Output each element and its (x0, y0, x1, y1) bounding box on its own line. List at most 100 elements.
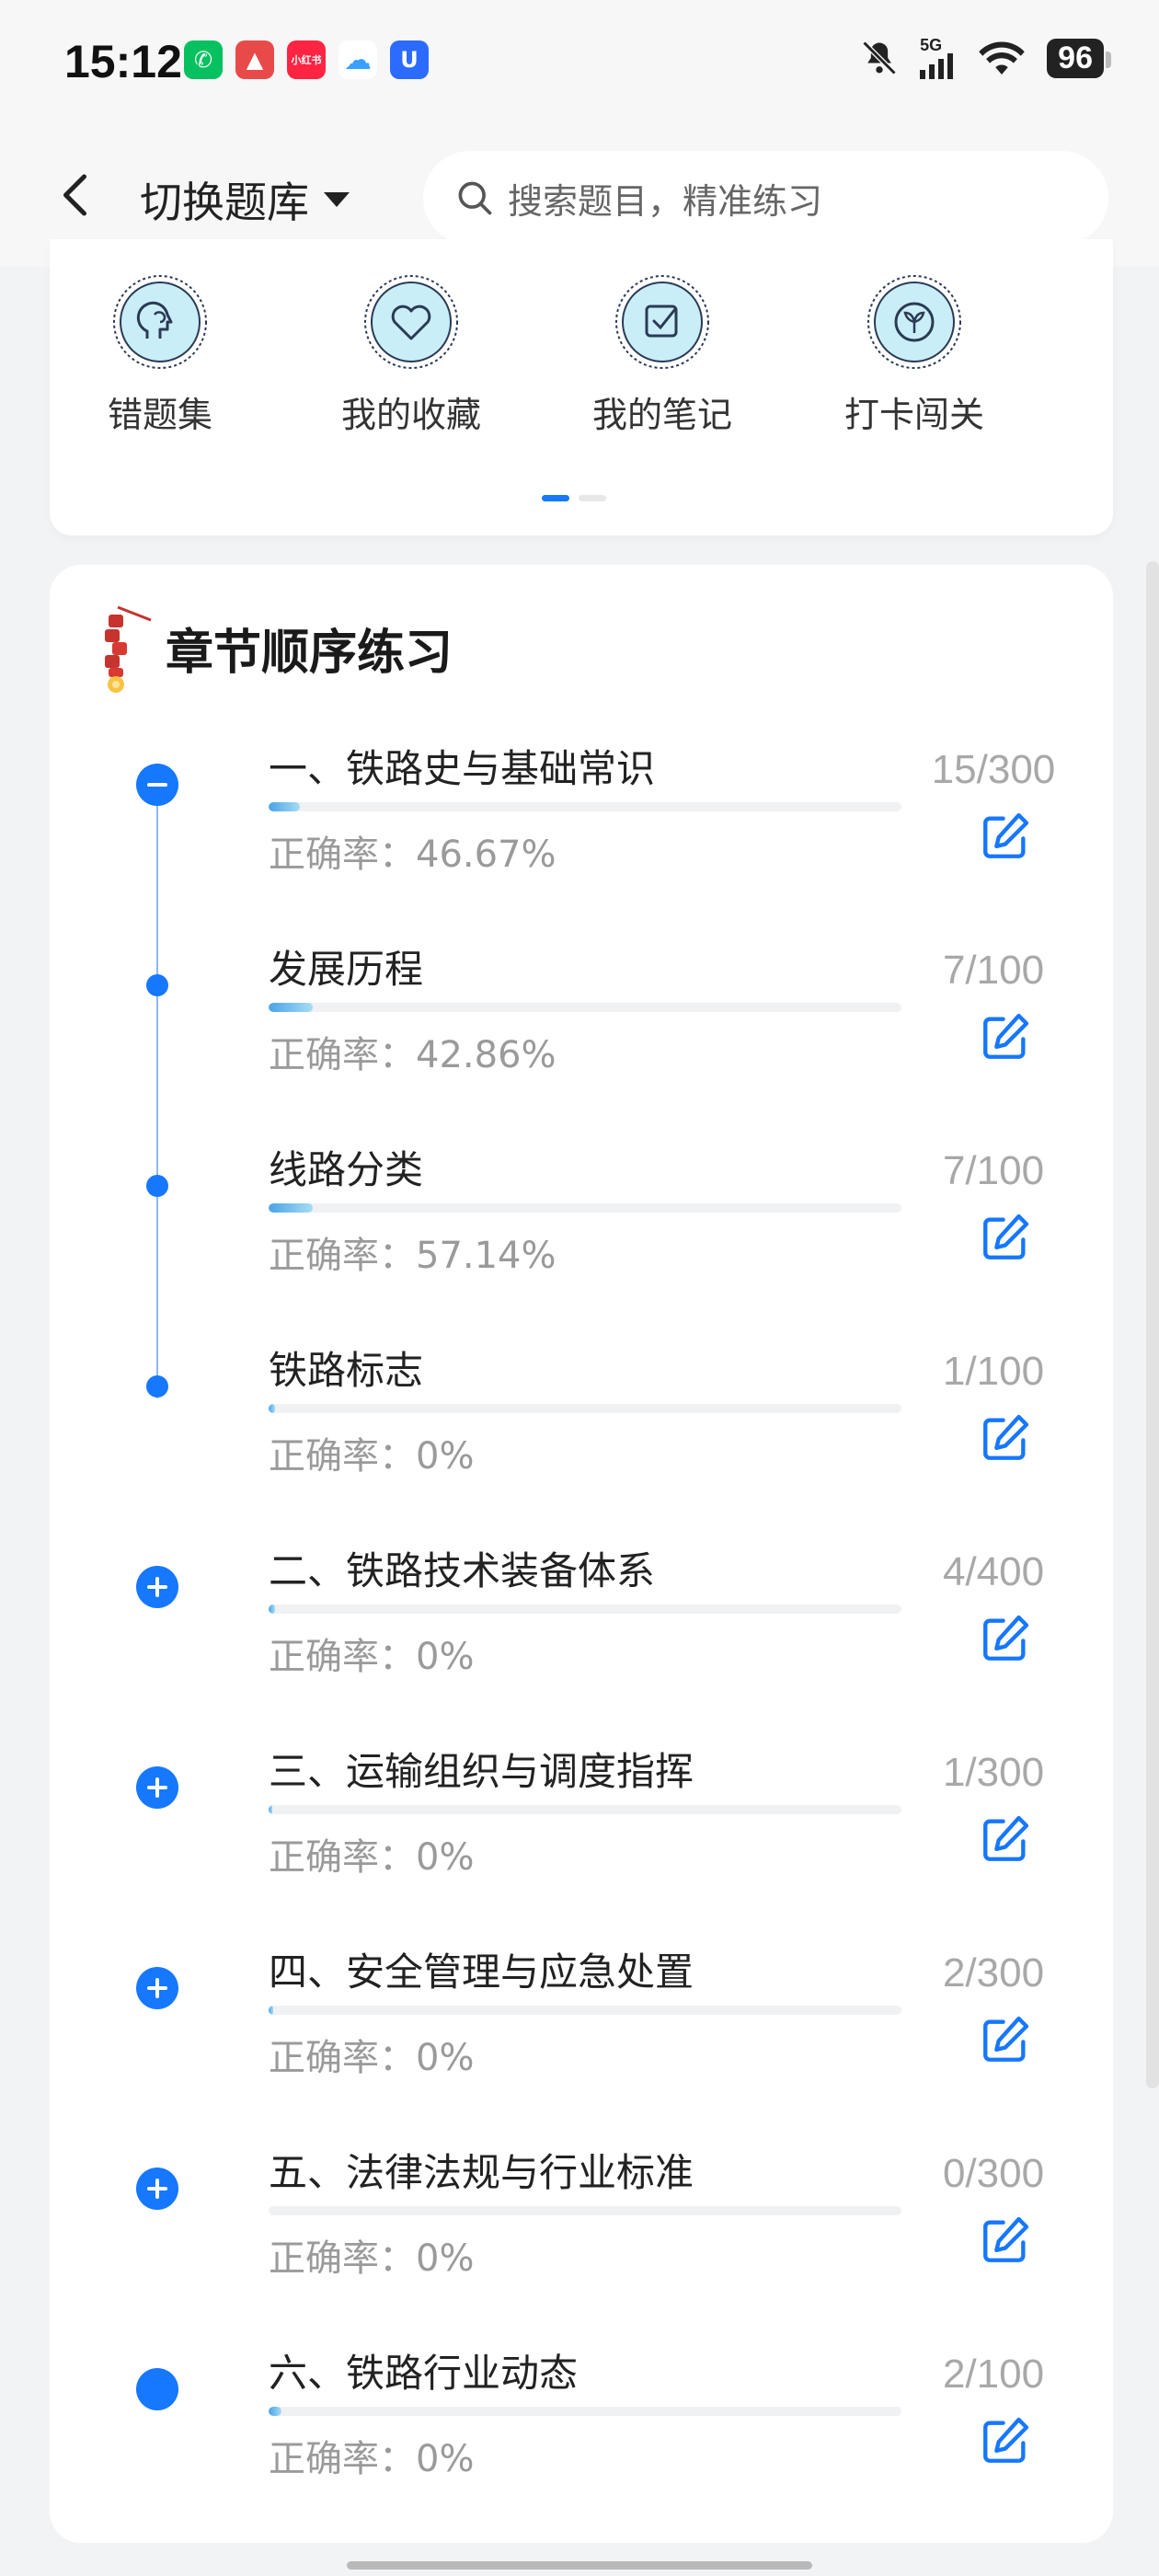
quick-item-checkin[interactable]: 打卡闯关 (822, 274, 1006, 437)
chapter-row-title: 二、铁路技术装备体系 (269, 1548, 656, 1593)
timeline-dot-icon[interactable] (136, 964, 178, 1006)
question-count: 1/100 (942, 1349, 1045, 1394)
firecracker-icon (105, 605, 152, 693)
quick-label: 我的收藏 (340, 395, 481, 435)
chapter-practice-card: 章节顺序练习 一、铁路史与基础常识 正确率：46.67% 15/300 发展历程 正确率… (50, 565, 1113, 2543)
accuracy-rate: 正确率：0% (269, 1435, 475, 1478)
chapter-row[interactable]: 五、法律法规与行业标准 正确率：0% 0/300 (50, 2149, 1113, 2350)
edit-practice-icon[interactable] (979, 1411, 1032, 1465)
chapter-row[interactable]: 线路分类正确率：57.14% 7/100 (50, 1146, 1113, 1347)
search-input[interactable]: 搜索题目，精准练习 (423, 151, 1108, 245)
expand-plus-icon[interactable] (136, 1967, 178, 2009)
edit-practice-icon[interactable] (979, 2214, 1032, 2267)
mute-bell-icon (862, 40, 897, 75)
progress-bar (269, 1805, 901, 1814)
chapter-row-title: 发展历程 (269, 947, 424, 992)
network-type: 5G (920, 36, 943, 54)
progress-bar (269, 1003, 901, 1012)
progress-fill (269, 1604, 275, 1614)
chapter-row-title: 线路分类 (269, 1147, 424, 1192)
home-indicator[interactable] (347, 2561, 812, 2570)
caret-down-icon (324, 192, 350, 207)
accuracy-rate: 正确率：0% (269, 2438, 475, 2480)
expand-plus-icon[interactable] (136, 1766, 178, 1809)
edit-practice-icon[interactable] (979, 2414, 1032, 2467)
chapter-dot-icon[interactable] (136, 2368, 178, 2410)
edit-practice-icon[interactable] (979, 1812, 1032, 1866)
quick-item-wrong-questions[interactable]: 错题集 (68, 274, 252, 437)
chapter-row[interactable]: 二、铁路技术装备体系 正确率：0% 4/400 (50, 1547, 1113, 1748)
xiaohongshu-icon: 小红书 (287, 40, 326, 79)
progress-fill (269, 1203, 314, 1213)
wifi-icon (979, 41, 1025, 75)
timeline-dot-icon[interactable] (136, 1165, 178, 1207)
expand-plus-icon[interactable] (136, 1566, 178, 1608)
scrollbar[interactable] (1146, 561, 1159, 2088)
accuracy-rate: 正确率：0% (269, 2037, 475, 2079)
railway-app-icon: ▲ (235, 40, 274, 79)
progress-bar (269, 2407, 901, 2416)
chapter-row-title: 铁路标志 (269, 1348, 424, 1393)
quick-label: 错题集 (107, 395, 212, 435)
edit-practice-icon[interactable] (979, 1211, 1032, 1264)
chapter-row[interactable]: 发展历程 正确率：42.86% 7/100 (50, 946, 1113, 1146)
quick-label: 打卡闯关 (843, 395, 984, 435)
edit-practice-icon[interactable] (979, 1612, 1032, 1665)
progress-fill (269, 802, 301, 811)
progress-fill (269, 1003, 314, 1012)
heart-icon (364, 275, 458, 369)
question-count: 7/100 (942, 948, 1045, 993)
progress-bar (269, 2006, 901, 2015)
question-count: 4/400 (942, 1549, 1045, 1594)
question-count: 0/300 (942, 2151, 1045, 2196)
back-arrow-icon[interactable] (50, 167, 105, 223)
quick-label: 我的笔记 (591, 395, 732, 435)
quick-menu-card: 错题集 我的收藏 我的笔记 打卡闯关 (50, 239, 1113, 535)
accuracy-rate: 正确率：57.14% (269, 1235, 557, 1277)
status-time: 15:12 (64, 36, 182, 87)
accuracy-rate: 正确率：0% (269, 1836, 475, 1879)
chapter-header: 章节顺序练习 (96, 602, 453, 694)
expand-plus-icon[interactable] (136, 2168, 178, 2210)
status-bar: 15:12 ✆ ▲ 小红书 ☁ U 5G 96 (0, 0, 1159, 129)
progress-fill (269, 2006, 273, 2015)
progress-fill (269, 1805, 273, 1814)
progress-bar (269, 802, 901, 811)
chapter-row-title: 四、安全管理与应急处置 (269, 1949, 694, 1995)
question-count: 7/100 (942, 1148, 1045, 1193)
search-icon (458, 181, 492, 215)
brain-head-icon (113, 275, 207, 369)
accuracy-rate: 正确率：0% (269, 1636, 475, 1678)
chapter-row[interactable]: 一、铁路史与基础常识 正确率：46.67% 15/300 (50, 745, 1113, 946)
quick-item-favorites[interactable]: 我的收藏 (319, 274, 503, 437)
quick-item-notes[interactable]: 我的笔记 (570, 274, 754, 437)
cloud-icon: ☁ (339, 40, 377, 79)
notification-app-icons: ✆ ▲ 小红书 ☁ U (184, 40, 429, 79)
cellular-signal: 5G (920, 37, 957, 79)
edit-practice-icon[interactable] (979, 810, 1032, 863)
page-dot-active (542, 495, 569, 501)
edit-practice-icon[interactable] (979, 2013, 1032, 2066)
switch-bank-label: 切换题库 (140, 178, 309, 227)
accuracy-rate: 正确率：0% (269, 2237, 475, 2280)
progress-bar (269, 1203, 901, 1213)
page-dot (579, 495, 606, 501)
edit-practice-icon[interactable] (979, 1010, 1032, 1064)
question-count: 15/300 (931, 747, 1056, 792)
chapter-row[interactable]: 三、运输组织与调度指挥 正确率：0% 1/300 (50, 1748, 1113, 1949)
chapter-row[interactable]: 四、安全管理与应急处置 正确率：0% 2/300 (50, 1949, 1113, 2149)
chapter-row-title: 五、法律法规与行业标准 (269, 2150, 694, 2195)
chapter-row[interactable]: 铁路标志正确率：0% 1/100 (50, 1347, 1113, 1547)
status-right: 5G 96 (859, 37, 1111, 79)
timeline-dot-icon[interactable] (136, 1365, 178, 1408)
tianyi-icon: U (390, 40, 429, 79)
switch-question-bank-button[interactable]: 切换题库 (140, 169, 351, 230)
chapter-row[interactable]: 六、铁路行业动态 正确率：0% 2/100 (50, 2350, 1113, 2550)
wechat-icon: ✆ (184, 40, 223, 79)
accuracy-rate: 正确率：46.67% (269, 834, 557, 876)
progress-bar (269, 1404, 901, 1413)
collapse-minus-icon[interactable] (136, 764, 178, 806)
search-placeholder: 搜索题目，精准练习 (508, 180, 823, 222)
note-check-icon (615, 275, 709, 369)
signal-bars-icon (920, 53, 954, 79)
